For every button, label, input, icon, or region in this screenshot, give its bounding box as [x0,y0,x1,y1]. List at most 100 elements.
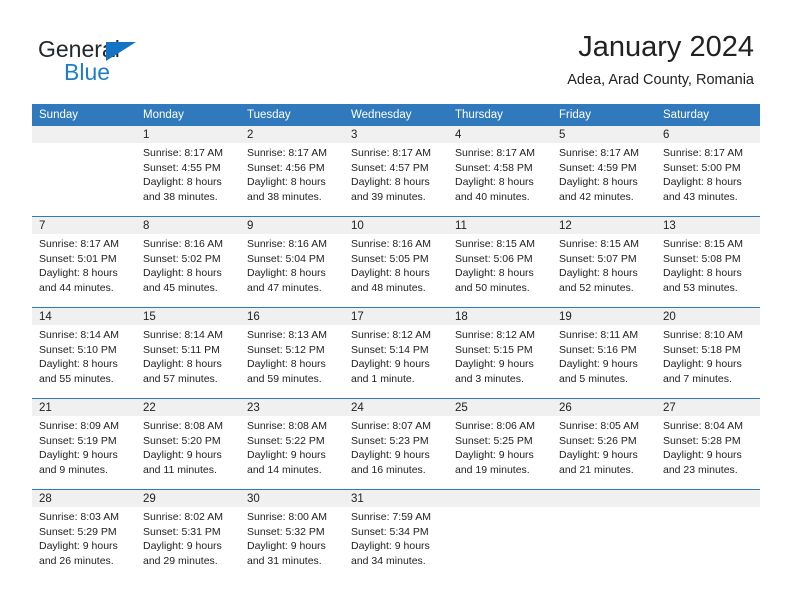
day-sun-info: Sunrise: 8:17 AM Sunset: 4:57 PM Daylight:… [344,143,448,204]
daylight-duration-line1: Daylight: 9 hours [143,449,222,462]
calendar-day-cell[interactable]: 16 Sunrise: 8:13 AM Sunset: 5:12 PM Dayligh… [240,307,344,399]
logo-line-general: General [38,38,136,64]
day-sun-info: Sunrise: 8:16 AM Sunset: 5:05 PM Daylight:… [344,234,448,295]
daylight-duration-line1: Daylight: 9 hours [351,449,430,462]
calendar-day-cell[interactable]: 19 Sunrise: 8:11 AM Sunset: 5:16 PM Dayligh… [552,307,656,399]
calendar-day-cell[interactable]: 31 Sunrise: 7:59 AM Sunset: 5:34 PM Dayligh… [344,489,448,580]
sunset-time: Sunset: 5:31 PM [143,525,221,538]
sunrise-time: Sunrise: 8:14 AM [143,329,223,341]
daylight-duration-line2: and 38 minutes. [143,190,218,203]
daylight-duration-line1: Daylight: 9 hours [351,540,430,553]
sunrise-time: Sunrise: 8:08 AM [143,420,223,432]
day-number: 15 [136,308,240,325]
sunrise-time: Sunrise: 8:12 AM [351,329,431,341]
daylight-duration-line2: and 57 minutes. [143,372,218,385]
calendar-day-cell[interactable]: 2 Sunrise: 8:17 AM Sunset: 4:56 PM Daylight… [240,126,344,217]
page-title: January 2024 [578,31,754,63]
day-cell-content [448,490,552,580]
day-cell-content: 2 Sunrise: 8:17 AM Sunset: 4:56 PM Daylight… [240,126,344,216]
daylight-duration-line2: and 47 minutes. [247,281,322,294]
day-number: 28 [32,490,136,507]
calendar-day-cell[interactable]: 15 Sunrise: 8:14 AM Sunset: 5:11 PM Dayligh… [136,307,240,399]
day-cell-content: 3 Sunrise: 8:17 AM Sunset: 4:57 PM Daylight… [344,126,448,216]
day-number: 25 [448,399,552,416]
calendar-day-cell[interactable]: 18 Sunrise: 8:12 AM Sunset: 5:15 PM Dayligh… [448,307,552,399]
daylight-duration-line1: Daylight: 9 hours [455,358,534,371]
calendar-day-cell[interactable]: 27 Sunrise: 8:04 AM Sunset: 5:28 PM Dayligh… [656,398,760,490]
logo-text-blue: Blue [64,59,111,85]
daylight-duration-line2: and 7 minutes. [663,372,732,385]
calendar-day-cell[interactable]: 3 Sunrise: 8:17 AM Sunset: 4:57 PM Daylight… [344,126,448,217]
sunset-time: Sunset: 4:55 PM [143,161,221,174]
calendar-week-row: 28 Sunrise: 8:03 AM Sunset: 5:29 PM Dayligh… [32,489,760,580]
calendar-day-cell[interactable]: 20 Sunrise: 8:10 AM Sunset: 5:18 PM Dayligh… [656,307,760,399]
calendar-day-cell[interactable]: 17 Sunrise: 8:12 AM Sunset: 5:14 PM Dayligh… [344,307,448,399]
calendar-day-cell[interactable]: 29 Sunrise: 8:02 AM Sunset: 5:31 PM Dayligh… [136,489,240,580]
daylight-duration-line2: and 9 minutes. [39,463,108,476]
daylight-duration-line1: Daylight: 8 hours [455,176,534,189]
day-cell-content: 13 Sunrise: 8:15 AM Sunset: 5:08 PM Dayligh… [656,217,760,307]
day-cell-content: 18 Sunrise: 8:12 AM Sunset: 5:15 PM Dayligh… [448,308,552,398]
daylight-duration-line1: Daylight: 8 hours [559,176,638,189]
day-cell-content: 27 Sunrise: 8:04 AM Sunset: 5:28 PM Dayligh… [656,399,760,489]
daylight-duration-line2: and 39 minutes. [351,190,426,203]
day-cell-content: 28 Sunrise: 8:03 AM Sunset: 5:29 PM Dayligh… [32,490,136,580]
calendar-day-cell[interactable]: 7 Sunrise: 8:17 AM Sunset: 5:01 PM Daylight… [32,216,136,308]
sunrise-time: Sunrise: 8:17 AM [143,147,223,159]
day-number: 27 [656,399,760,416]
sunset-time: Sunset: 5:11 PM [143,343,220,356]
sunset-time: Sunset: 5:22 PM [247,434,325,447]
day-sun-info: Sunrise: 8:14 AM Sunset: 5:10 PM Daylight:… [32,325,136,386]
day-number: 12 [552,217,656,234]
calendar-day-cell[interactable]: 10 Sunrise: 8:16 AM Sunset: 5:05 PM Dayligh… [344,216,448,308]
daylight-duration-line1: Daylight: 8 hours [143,267,222,280]
calendar-day-cell[interactable]: 12 Sunrise: 8:15 AM Sunset: 5:07 PM Dayligh… [552,216,656,308]
sunrise-time: Sunrise: 8:04 AM [663,420,743,432]
page-header: General Blue January 2024 Adea, Arad Cou… [0,0,792,100]
calendar-week-row: 21 Sunrise: 8:09 AM Sunset: 5:19 PM Dayligh… [32,398,760,490]
day-sun-info [32,143,136,146]
day-cell-content: 25 Sunrise: 8:06 AM Sunset: 5:25 PM Dayligh… [448,399,552,489]
calendar-day-cell[interactable]: 26 Sunrise: 8:05 AM Sunset: 5:26 PM Dayligh… [552,398,656,490]
calendar-day-cell[interactable]: 6 Sunrise: 8:17 AM Sunset: 5:00 PM Daylight… [656,126,760,217]
daylight-duration-line2: and 42 minutes. [559,190,634,203]
daylight-duration-line1: Daylight: 9 hours [455,449,534,462]
calendar-day-cell[interactable]: 25 Sunrise: 8:06 AM Sunset: 5:25 PM Dayligh… [448,398,552,490]
daylight-duration-line1: Daylight: 8 hours [351,267,430,280]
sunset-time: Sunset: 5:29 PM [39,525,117,538]
day-number: 19 [552,308,656,325]
calendar-day-cell[interactable]: 9 Sunrise: 8:16 AM Sunset: 5:04 PM Daylight… [240,216,344,308]
calendar-day-cell[interactable]: 8 Sunrise: 8:16 AM Sunset: 5:02 PM Daylight… [136,216,240,308]
calendar-day-cell[interactable]: 23 Sunrise: 8:08 AM Sunset: 5:22 PM Dayligh… [240,398,344,490]
sunset-time: Sunset: 5:01 PM [39,252,117,265]
calendar-body: 1 Sunrise: 8:17 AM Sunset: 4:55 PM Daylight… [32,126,760,580]
day-sun-info: Sunrise: 8:07 AM Sunset: 5:23 PM Daylight:… [344,416,448,477]
calendar-day-cell[interactable]: 4 Sunrise: 8:17 AM Sunset: 4:58 PM Daylight… [448,126,552,217]
sunrise-time: Sunrise: 8:02 AM [143,511,223,523]
daylight-duration-line2: and 59 minutes. [247,372,322,385]
calendar-day-cell[interactable]: 14 Sunrise: 8:14 AM Sunset: 5:10 PM Dayligh… [32,307,136,399]
day-number: 13 [656,217,760,234]
day-sun-info: Sunrise: 8:12 AM Sunset: 5:14 PM Daylight:… [344,325,448,386]
daylight-duration-line2: and 45 minutes. [143,281,218,294]
sunset-time: Sunset: 5:06 PM [455,252,533,265]
calendar-day-cell[interactable]: 30 Sunrise: 8:00 AM Sunset: 5:32 PM Dayligh… [240,489,344,580]
calendar-day-cell[interactable]: 24 Sunrise: 8:07 AM Sunset: 5:23 PM Dayligh… [344,398,448,490]
calendar-day-cell[interactable]: 22 Sunrise: 8:08 AM Sunset: 5:20 PM Dayligh… [136,398,240,490]
day-number [552,490,656,507]
daylight-duration-line1: Daylight: 9 hours [351,358,430,371]
general-blue-logo: General Blue [38,38,136,87]
sunrise-time: Sunrise: 8:15 AM [559,238,639,250]
calendar-day-cell[interactable]: 5 Sunrise: 8:17 AM Sunset: 4:59 PM Daylight… [552,126,656,217]
calendar-day-cell[interactable]: 28 Sunrise: 8:03 AM Sunset: 5:29 PM Dayligh… [32,489,136,580]
calendar-day-cell [656,489,760,580]
calendar-day-cell[interactable]: 11 Sunrise: 8:15 AM Sunset: 5:06 PM Dayligh… [448,216,552,308]
day-number: 18 [448,308,552,325]
day-number: 29 [136,490,240,507]
calendar-day-cell[interactable]: 1 Sunrise: 8:17 AM Sunset: 4:55 PM Daylight… [136,126,240,217]
day-sun-info: Sunrise: 8:09 AM Sunset: 5:19 PM Daylight:… [32,416,136,477]
calendar-day-cell[interactable]: 13 Sunrise: 8:15 AM Sunset: 5:08 PM Dayligh… [656,216,760,308]
day-sun-info: Sunrise: 8:02 AM Sunset: 5:31 PM Daylight:… [136,507,240,568]
sunset-time: Sunset: 5:08 PM [663,252,741,265]
calendar-day-cell[interactable]: 21 Sunrise: 8:09 AM Sunset: 5:19 PM Dayligh… [32,398,136,490]
